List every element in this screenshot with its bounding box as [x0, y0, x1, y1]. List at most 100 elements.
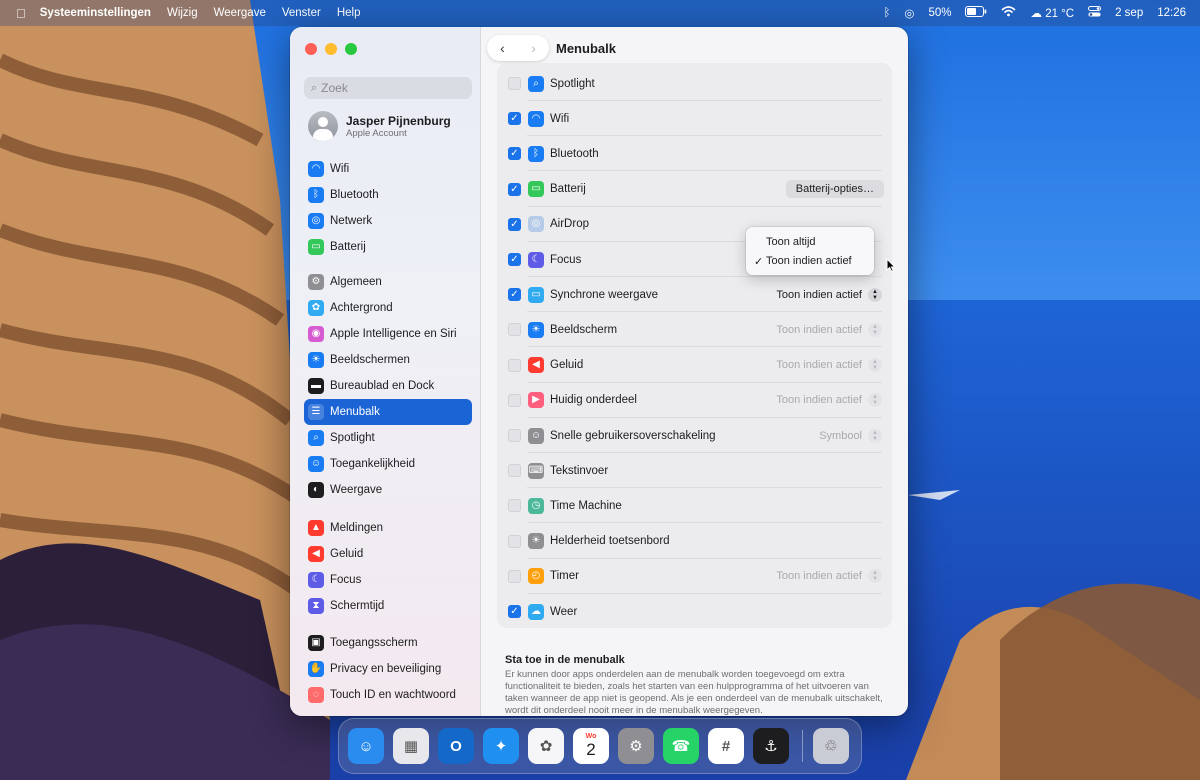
bluetooth-icon[interactable]: ᛒ	[884, 7, 891, 19]
sidebar-item-label: Netwerk	[330, 215, 373, 227]
menu-app-name[interactable]: Systeeminstellingen	[40, 7, 151, 19]
sidebar-item-bureaublad-en-dock[interactable]: ▬ Bureaublad en Dock	[304, 373, 472, 399]
sidebar-item-netwerk[interactable]: ◎ Netwerk	[304, 208, 472, 234]
sidebar-group: ◠ Wifi ᛒ Bluetooth ◎ Netwerk ▭ Batterij	[304, 156, 472, 260]
sidebar-item-batterij[interactable]: ▭ Batterij	[304, 234, 472, 260]
launchpad-icon[interactable]: ▦	[393, 728, 429, 764]
apple-icon[interactable]: 	[16, 6, 26, 21]
wifi-icon[interactable]	[1001, 6, 1017, 20]
dropdown-option-always[interactable]: Toon altijd	[766, 236, 816, 248]
hourglass-icon: ⧗	[308, 598, 324, 614]
menu-window[interactable]: Venster	[282, 7, 321, 19]
calendar-icon[interactable]: Wo 2	[573, 728, 609, 764]
visibility-popup-button[interactable]: Toon indien actief ▲ ▼	[776, 287, 882, 302]
sidebar-item-apple-intelligence-en-siri[interactable]: ◉ Apple Intelligence en Siri	[304, 321, 472, 347]
battery-icon[interactable]	[965, 6, 987, 20]
checkbox[interactable]: ✓	[508, 217, 521, 231]
sidebar-item-focus[interactable]: ☾ Focus	[304, 567, 472, 593]
sidebar-item-geluid[interactable]: ◀ Geluid	[304, 541, 472, 567]
weather-icon: ☁	[528, 603, 544, 620]
sidebar-item-label: Batterij	[330, 241, 366, 253]
sidebar-item-label: Focus	[330, 574, 362, 586]
checkbox[interactable]	[508, 534, 521, 548]
sidebar-item-spotlight[interactable]: ⌕ Spotlight	[304, 425, 472, 451]
menu-view[interactable]: Weergave	[214, 7, 266, 19]
checkbox[interactable]	[508, 429, 521, 442]
sidebar-item-bluetooth[interactable]: ᛒ Bluetooth	[304, 182, 472, 208]
item-label: Synchrone weergave	[550, 288, 659, 301]
sidebar-item-toegankelijkheid[interactable]: ☺ Toegankelijkheid	[304, 451, 472, 477]
sidebar-item-privacy-en-beveiliging[interactable]: ✋ Privacy en beveiliging	[304, 656, 472, 682]
keys-icon[interactable]: ⚓	[753, 728, 789, 764]
menubar-item-tekstinvoer: ⌨ Tekstinvoer	[497, 453, 892, 489]
system-settings-icon[interactable]: ⚙	[618, 728, 654, 764]
checkbox[interactable]	[508, 569, 521, 583]
airdrop-icon[interactable]: ◎	[904, 6, 914, 20]
photos-icon[interactable]: ✿	[528, 728, 564, 764]
dock-icon: ▬	[308, 378, 324, 394]
checkbox[interactable]: ✓	[508, 253, 521, 266]
menu-bar:  Systeeminstellingen Wijzig Weergave Ve…	[0, 0, 1200, 26]
sidebar-item-beeldschermen[interactable]: ☀ Beeldschermen	[304, 347, 472, 373]
sidebar-item-menubalk[interactable]: ☰ Menubalk	[304, 399, 472, 425]
forward-chevron-icon[interactable]: ›	[531, 40, 536, 56]
sidebar-item-touch-id-en-wachtwoord[interactable]: ◌ Touch ID en wachtwoord	[304, 682, 472, 708]
checkbox[interactable]: ✓	[508, 147, 521, 161]
now-playing-icon: ▶	[528, 392, 544, 409]
popup-value: Toon indien actief	[776, 323, 862, 336]
account-name: Jasper Pijnenburg	[346, 113, 451, 128]
apple-account[interactable]: Jasper Pijnenburg Apple Account	[308, 109, 478, 143]
sidebar-item-weergave[interactable]: ◐ Weergave	[304, 477, 472, 503]
siri-icon: ◉	[308, 326, 324, 342]
battery-percentage[interactable]: 50%	[928, 7, 951, 19]
control-center-icon[interactable]	[1088, 6, 1102, 20]
menu-edit[interactable]: Wijzig	[167, 7, 198, 19]
dropdown-option-when-active[interactable]: ✓ Toon indien actief	[754, 255, 852, 268]
keyboard-icon: ⌨	[528, 462, 544, 479]
bell-icon: ▲	[308, 520, 324, 536]
item-label: Huidig onderdeel	[550, 394, 637, 407]
menubar-item-timer: ◴ Timer Toon indien actief ▲ ▼	[497, 559, 892, 594]
back-chevron-icon[interactable]: ‹	[500, 40, 505, 56]
checkbox[interactable]: ✓	[508, 112, 521, 126]
sidebar-item-wifi[interactable]: ◠ Wifi	[304, 156, 472, 182]
sun-icon: ☀	[528, 321, 544, 338]
menu-help[interactable]: Help	[337, 7, 361, 19]
battery-options-button[interactable]: Batterij-opties…	[785, 180, 884, 199]
stepper-chevrons-icon: ▲ ▼	[868, 322, 882, 337]
trash-icon[interactable]: ♲	[813, 728, 849, 764]
outlook-icon[interactable]: O	[438, 728, 474, 764]
menubar-item-weer: ✓ ☁ Weer	[497, 594, 892, 629]
search-input[interactable]: ⌕ Zoek	[304, 77, 472, 99]
checkbox[interactable]	[508, 464, 521, 478]
checkbox[interactable]	[508, 77, 521, 90]
sidebar-item-schermtijd[interactable]: ⧗ Schermtijd	[304, 593, 472, 619]
zoom-window-button[interactable]	[345, 43, 357, 55]
checkbox[interactable]	[508, 499, 521, 513]
sidebar-item-achtergrond[interactable]: ✿ Achtergrond	[304, 295, 472, 321]
close-window-button[interactable]	[305, 43, 317, 55]
checkbox[interactable]: ✓	[508, 605, 521, 618]
minimize-window-button[interactable]	[325, 43, 337, 55]
visibility-popup-button: Symbool ▲ ▼	[819, 428, 882, 443]
checkbox[interactable]: ✓	[508, 182, 521, 196]
finder-icon[interactable]: ☺	[348, 728, 384, 764]
menu-time[interactable]: 12:26	[1157, 7, 1186, 19]
fingerprint-icon: ◌	[308, 687, 324, 703]
whatsapp-icon[interactable]: ☎	[663, 728, 699, 764]
weather-widget[interactable]: ☁ 21 °C	[1030, 6, 1074, 20]
checkbox[interactable]	[508, 323, 521, 337]
avatar	[308, 111, 338, 141]
sidebar-item-toegangsscherm[interactable]: ▣ Toegangsscherm	[304, 630, 472, 656]
menubar-item-batterij: ✓ ▭ Batterij Batterij-opties…	[497, 172, 892, 207]
sidebar-item-meldingen[interactable]: ▲ Meldingen	[304, 515, 472, 541]
section-description: Er kunnen door apps onderdelen aan de me…	[505, 669, 883, 716]
safari-icon[interactable]: ✦	[483, 728, 519, 764]
checkbox[interactable]: ✓	[508, 288, 521, 302]
battery-icon: ▭	[308, 239, 324, 255]
menu-date[interactable]: 2 sep	[1115, 7, 1143, 19]
checkbox[interactable]	[508, 358, 521, 372]
sidebar-item-algemeen[interactable]: ⚙ Algemeen	[304, 269, 472, 295]
slack-icon[interactable]: #	[708, 728, 744, 764]
checkbox[interactable]	[508, 393, 521, 407]
